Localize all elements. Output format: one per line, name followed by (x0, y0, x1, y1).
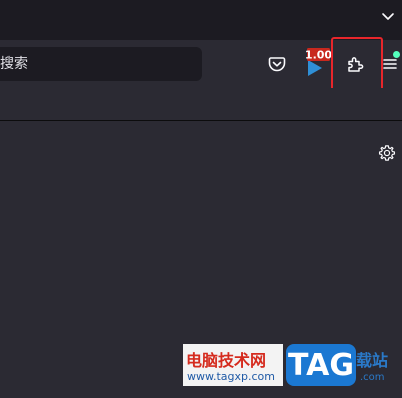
pocket-button[interactable] (262, 49, 292, 79)
watermark-side-url: .com (360, 372, 385, 383)
watermark-title: 电脑技术网 (186, 351, 267, 370)
pocket-icon (268, 57, 286, 72)
hamburger-menu-icon (383, 59, 397, 69)
watermark-side-text: 载站 (356, 351, 389, 370)
settings-button[interactable] (372, 138, 402, 168)
watermark-url: www.tagxp.com (187, 370, 275, 383)
bookmarks-toolbar (0, 88, 402, 121)
gear-icon (378, 145, 396, 161)
update-dot (393, 51, 400, 58)
search-input[interactable] (0, 47, 190, 81)
tab-strip (0, 0, 402, 40)
watermark-logo: TAG (286, 344, 356, 386)
chevron-down-icon[interactable] (380, 8, 396, 24)
search-bar[interactable] (0, 47, 202, 81)
extension-badge-text: 1.00 (305, 49, 332, 62)
